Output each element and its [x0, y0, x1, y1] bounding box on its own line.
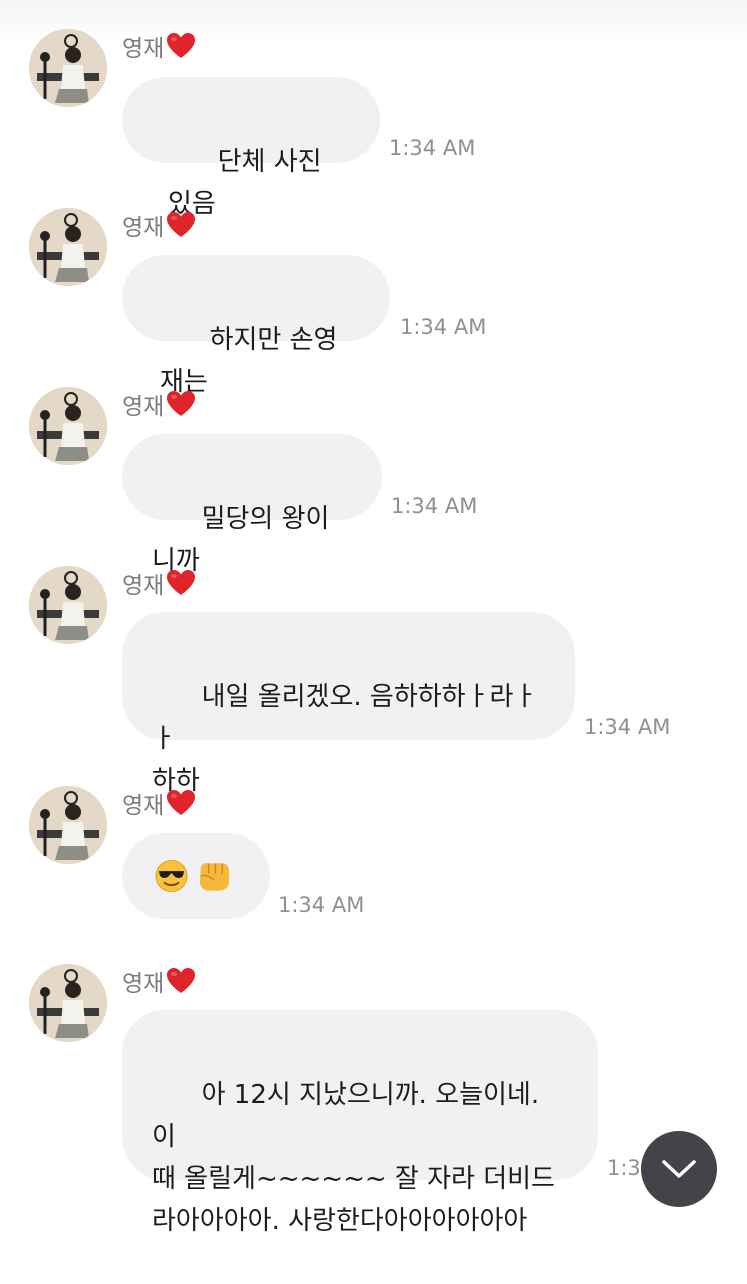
- avatar-photo: [29, 964, 107, 1042]
- avatar[interactable]: [29, 964, 107, 1042]
- red-heart-icon: [167, 570, 196, 595]
- red-heart-icon: [167, 212, 196, 237]
- message-time: 1:34 AM: [391, 494, 478, 518]
- message-text: 하지만 손영재는: [160, 325, 338, 397]
- avatar-photo: [29, 566, 107, 644]
- avatar[interactable]: [29, 208, 107, 286]
- scroll-to-bottom-button[interactable]: [641, 1131, 717, 1207]
- avatar[interactable]: [29, 29, 107, 107]
- avatar[interactable]: [29, 387, 107, 465]
- message-bubble[interactable]: 하지만 손영재는: [122, 255, 390, 397]
- message-time: 1:34 AM: [278, 893, 365, 917]
- oncoming-fist-icon: [199, 863, 230, 891]
- avatar-photo: [29, 29, 107, 107]
- chat-thread[interactable]: 영재 단체 사진 있음 1:34 AM 영재 하지만 손영재는 1:34 AM …: [0, 0, 747, 1236]
- avatar-photo: [29, 786, 107, 864]
- sender-name: 영재: [122, 788, 196, 819]
- chevron-down-icon: [662, 1160, 696, 1178]
- message-bubble[interactable]: 내일 올리겠오. 음하하하ㅏ라ㅏㅏ 하하: [122, 612, 575, 796]
- message-bubble[interactable]: 밀당의 왕이니까: [122, 434, 382, 576]
- message-text: 내일 올리겠오. 음하하하ㅏ라ㅏㅏ 하하: [152, 682, 538, 796]
- message-bubble[interactable]: [122, 833, 270, 919]
- red-heart-icon: [167, 790, 196, 815]
- red-heart-icon: [167, 391, 196, 416]
- message-time: 1:3: [607, 1156, 641, 1180]
- red-heart-icon: [167, 968, 196, 993]
- sender-name: 영재: [122, 966, 196, 997]
- message-time: 1:34 AM: [400, 315, 487, 339]
- smiling-face-with-sunglasses-icon: [155, 859, 188, 893]
- avatar-photo: [29, 208, 107, 286]
- message-bubble[interactable]: 아 12시 지났으니까. 오늘이네. 이 때 올릴게~~~~~~ 잘 자라 더비…: [122, 1010, 598, 1236]
- avatar[interactable]: [29, 786, 107, 864]
- red-heart-icon: [167, 33, 196, 58]
- sender-name: 영재: [122, 568, 196, 599]
- message-text: 단체 사진 있음: [168, 147, 330, 219]
- avatar[interactable]: [29, 566, 107, 644]
- message-time: 1:34 AM: [584, 715, 671, 739]
- message-bubble[interactable]: 단체 사진 있음: [122, 77, 380, 219]
- message-text: 아 12시 지났으니까. 오늘이네. 이 때 올릴게~~~~~~ 잘 자라 더비…: [152, 1080, 555, 1236]
- avatar-photo: [29, 387, 107, 465]
- sender-name: 영재: [122, 31, 196, 62]
- message-text: 밀당의 왕이니까: [152, 504, 330, 576]
- message-time: 1:34 AM: [389, 136, 476, 160]
- sender-name: 영재: [122, 210, 196, 241]
- sender-name: 영재: [122, 389, 196, 420]
